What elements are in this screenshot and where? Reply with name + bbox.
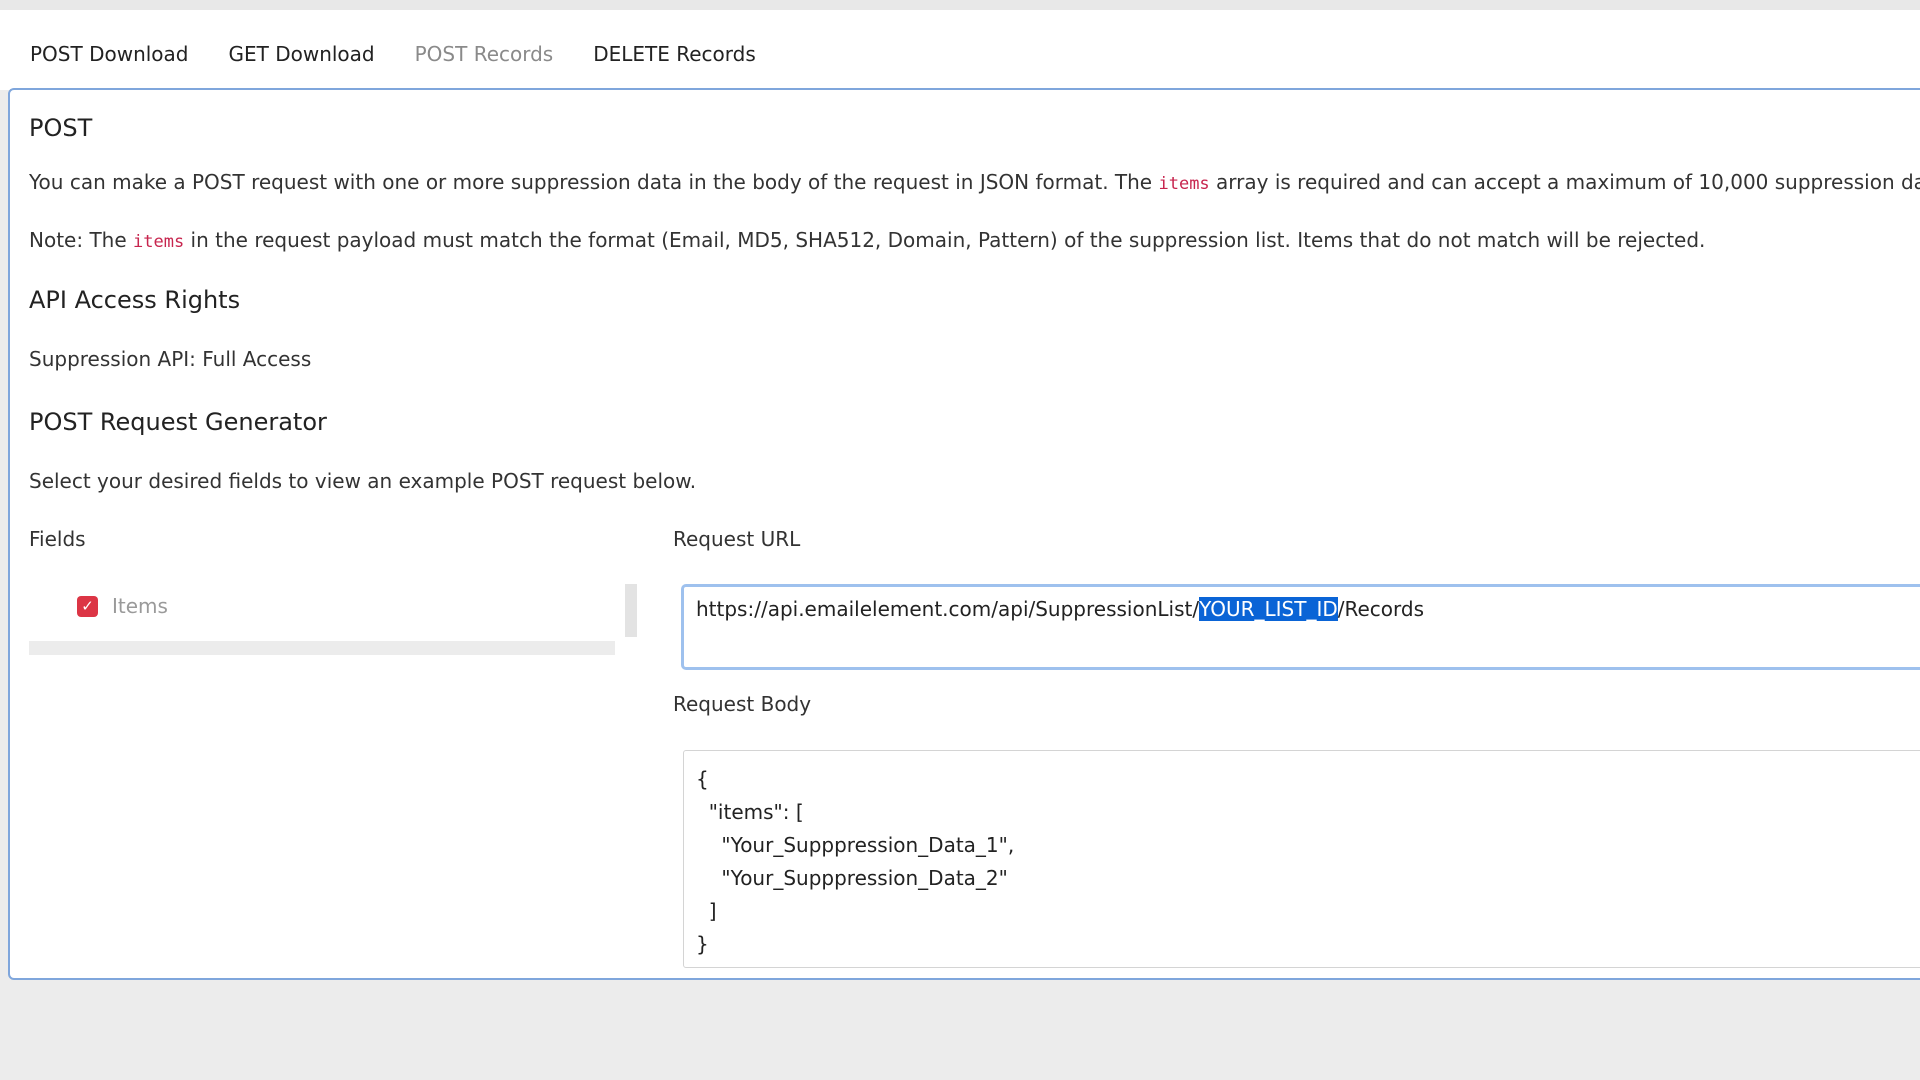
fields-scrollbar[interactable]: [625, 584, 637, 637]
intro-text-before: You can make a POST request with one or …: [29, 170, 1159, 194]
generator-title: POST Request Generator: [29, 408, 327, 436]
tab-delete-records[interactable]: DELETE Records: [573, 20, 776, 90]
field-item-items[interactable]: ✓ Items: [77, 594, 168, 618]
section-title: POST: [29, 114, 93, 142]
tab-panel: POST You can make a POST request with on…: [8, 88, 1920, 980]
request-body-label: Request Body: [673, 692, 812, 716]
fields-label: Fields: [29, 527, 86, 551]
tab-get-download[interactable]: GET Download: [208, 20, 395, 90]
request-body-field[interactable]: { "items": [ "Your_Supppression_Data_1",…: [683, 750, 1920, 968]
intro-code-items: items: [1158, 174, 1210, 194]
tab-post-download[interactable]: POST Download: [10, 20, 209, 90]
note-code-items: items: [133, 232, 185, 252]
top-bar: [0, 0, 1920, 10]
tab-post-records[interactable]: POST Records: [394, 20, 574, 90]
note-text-after: in the request payload must match the fo…: [184, 228, 1706, 252]
access-rights-title: API Access Rights: [29, 286, 241, 314]
request-url-suffix: /Records: [1337, 597, 1425, 621]
request-url-prefix: https://api.emailelement.com/api/Suppres…: [696, 597, 1200, 621]
request-url-selected-list-id: YOUR_LIST_ID: [1199, 597, 1338, 621]
generator-description: Select your desired fields to view an ex…: [29, 469, 697, 493]
field-label-items: Items: [112, 594, 168, 618]
intro-text-after: array is required and can accept a maxim…: [1209, 170, 1920, 194]
intro-paragraph: You can make a POST request with one or …: [29, 170, 1920, 194]
request-url-label: Request URL: [673, 527, 801, 551]
note-text-before: Note: The: [29, 228, 133, 252]
access-rights-value: Suppression API: Full Access: [29, 347, 312, 371]
tab-list: POST Download GET Download POST Records …: [10, 20, 776, 90]
tabs-area: POST Download GET Download POST Records …: [0, 10, 1920, 90]
checkbox-checked-icon[interactable]: ✓: [77, 595, 98, 617]
note-paragraph: Note: The items in the request payload m…: [29, 228, 1705, 252]
request-url-field[interactable]: https://api.emailelement.com/api/Suppres…: [681, 584, 1920, 670]
fields-list: ✓ Items: [29, 584, 615, 655]
